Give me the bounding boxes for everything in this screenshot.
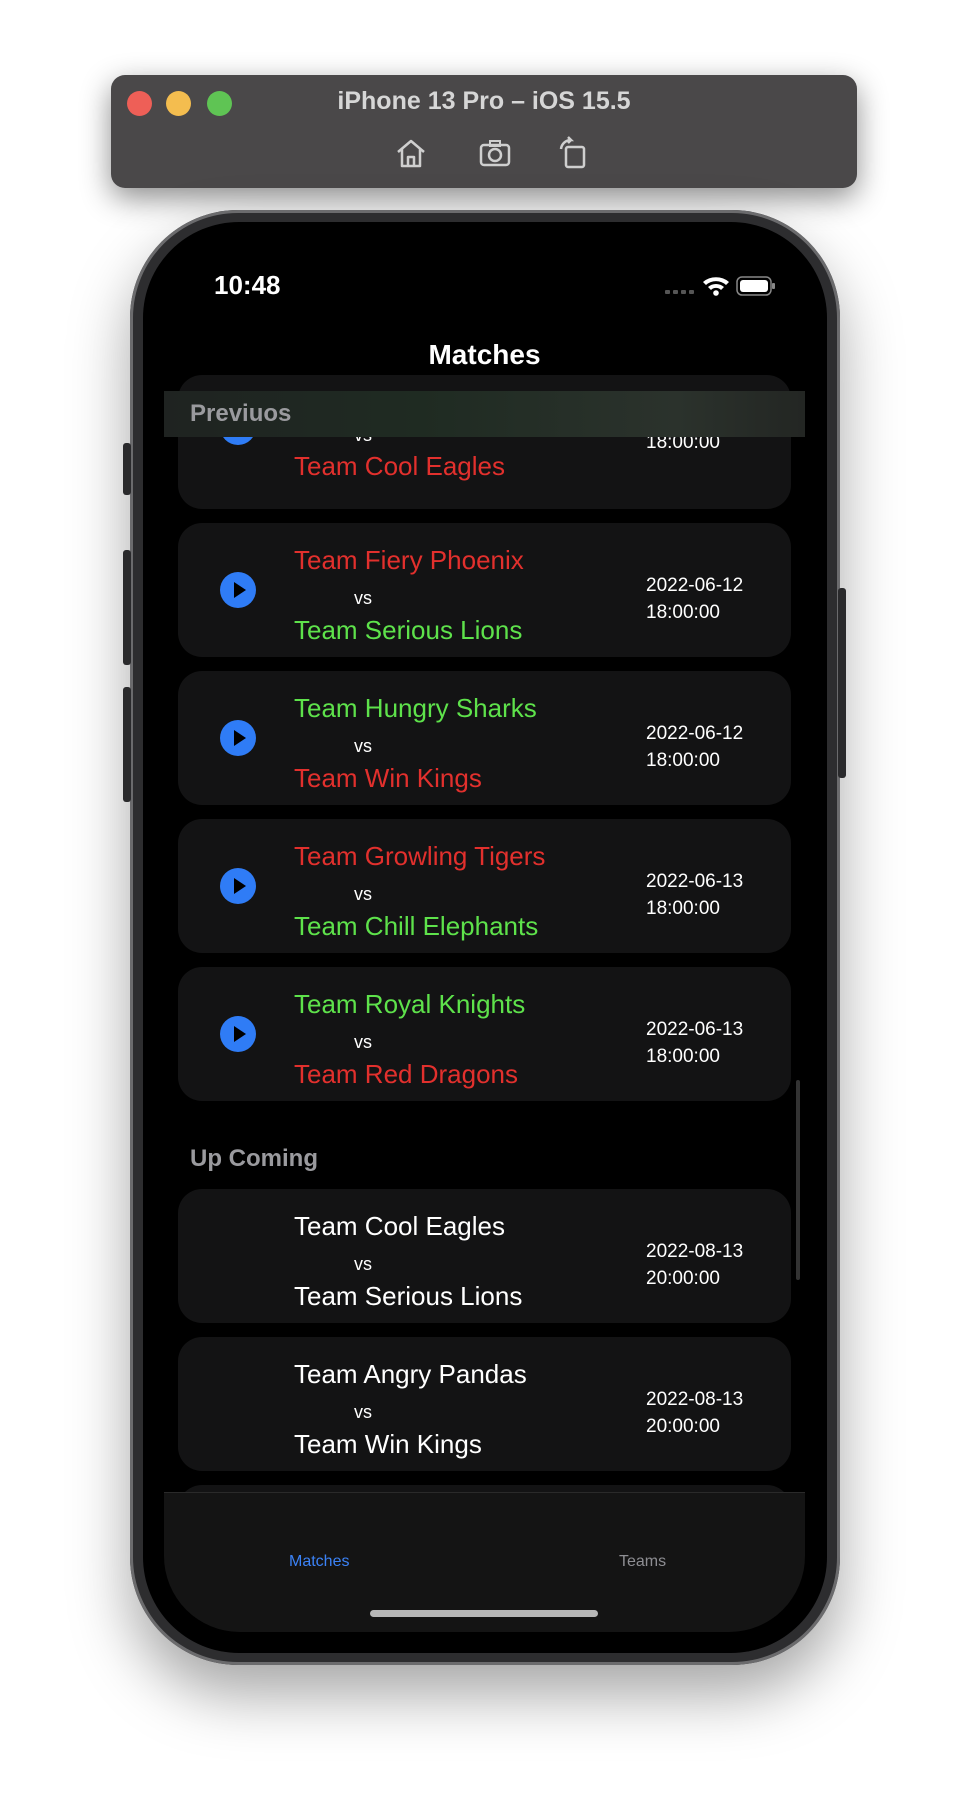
match-datetime: 2022-06-13 18:00:00: [646, 1016, 743, 1070]
match-card[interactable]: Team Hungry Sharks vs Team Win Kings 202…: [178, 671, 791, 805]
battery-icon: [736, 276, 775, 296]
match-time: 18:00:00: [646, 750, 720, 771]
team-bottom: Team Serious Lions: [294, 1281, 523, 1311]
play-icon[interactable]: [220, 868, 256, 904]
play-icon[interactable]: [220, 720, 256, 756]
match-date: 2022-06-12: [646, 723, 744, 744]
team-top: Team Growling Tigers: [294, 841, 546, 871]
team-bottom: Team Red Dragons: [294, 1059, 518, 1089]
play-icon[interactable]: [220, 572, 256, 608]
status-icons: [665, 276, 775, 296]
home-indicator[interactable]: [370, 1610, 598, 1617]
phone-screen: 10:48 Matches vs Team Cool Eagles 18:00:…: [164, 243, 805, 1632]
matches-list[interactable]: vs Team Cool Eagles 18:00:00 Previuos Te…: [164, 375, 805, 1632]
vs-label: vs: [354, 884, 372, 904]
match-date: 2022-06-13: [646, 1019, 744, 1040]
status-time: 10:48: [214, 270, 281, 300]
section-header-previous: Previuos: [164, 391, 805, 437]
volume-down-button: [123, 687, 131, 802]
rotate-icon[interactable]: [555, 135, 591, 171]
tab-teams[interactable]: Teams: [619, 1553, 666, 1571]
match-datetime: 2022-08-13 20:00:00: [646, 1386, 743, 1440]
mute-switch: [123, 443, 131, 495]
wifi-icon: [703, 277, 729, 296]
match-card[interactable]: Team Fiery Phoenix vs Team Serious Lions…: [178, 523, 791, 657]
match-datetime: 2022-06-12 18:00:00: [646, 720, 743, 774]
tab-matches[interactable]: Matches: [289, 1553, 349, 1571]
vs-label: vs: [354, 1254, 372, 1274]
team-top: Team Angry Pandas: [294, 1359, 527, 1389]
scrollbar[interactable]: [796, 1080, 800, 1280]
match-card[interactable]: Team Growling Tigers vs Team Chill Eleph…: [178, 819, 791, 953]
vs-label: vs: [354, 1032, 372, 1052]
match-datetime: 2022-06-13 18:00:00: [646, 868, 743, 922]
match-card[interactable]: Team Angry Pandas vs Team Win Kings 2022…: [178, 1337, 791, 1471]
team-bottom: Team Cool Eagles: [294, 451, 505, 481]
power-button: [838, 588, 846, 778]
match-time: 20:00:00: [646, 1416, 720, 1437]
team-bottom: Team Win Kings: [294, 1429, 482, 1459]
team-top: Team Fiery Phoenix: [294, 545, 524, 575]
play-icon[interactable]: [220, 1016, 256, 1052]
section-header-upcoming: Up Coming: [190, 1145, 318, 1172]
match-date: 2022-06-12: [646, 575, 744, 596]
simulator-toolbar: iPhone 13 Pro – iOS 15.5: [111, 75, 857, 188]
match-date: 2022-08-13: [646, 1241, 744, 1262]
match-date: 2022-06-13: [646, 871, 744, 892]
page-title: Matches: [428, 339, 541, 370]
match-date: 2022-08-13: [646, 1389, 744, 1410]
match-time: 18:00:00: [646, 1046, 720, 1067]
match-time: 18:00:00: [646, 898, 720, 919]
notch: [352, 243, 617, 299]
match-card[interactable]: Team Royal Knights vs Team Red Dragons 2…: [178, 967, 791, 1101]
signal-icon: [665, 290, 694, 294]
home-icon[interactable]: [393, 135, 429, 171]
team-bottom: Team Chill Elephants: [294, 911, 539, 941]
camera-icon[interactable]: [477, 135, 513, 171]
vs-label: vs: [354, 736, 372, 756]
volume-up-button: [123, 550, 131, 665]
match-time: 18:00:00: [646, 602, 720, 623]
team-top: Team Cool Eagles: [294, 1211, 505, 1241]
team-top: Team Hungry Sharks: [294, 693, 537, 723]
vs-label: vs: [354, 1402, 372, 1422]
match-time: 20:00:00: [646, 1268, 720, 1289]
simulator-title: iPhone 13 Pro – iOS 15.5: [337, 87, 631, 115]
tab-bar: Matches Teams: [164, 1492, 805, 1632]
match-datetime: 2022-06-12 18:00:00: [646, 572, 743, 626]
team-bottom: Team Win Kings: [294, 763, 482, 793]
team-top: Team Royal Knights: [294, 989, 526, 1019]
vs-label: vs: [354, 588, 372, 608]
match-datetime: 2022-08-13 20:00:00: [646, 1238, 743, 1292]
match-card[interactable]: Team Cool Eagles vs Team Serious Lions 2…: [178, 1189, 791, 1323]
team-bottom: Team Serious Lions: [294, 615, 523, 645]
